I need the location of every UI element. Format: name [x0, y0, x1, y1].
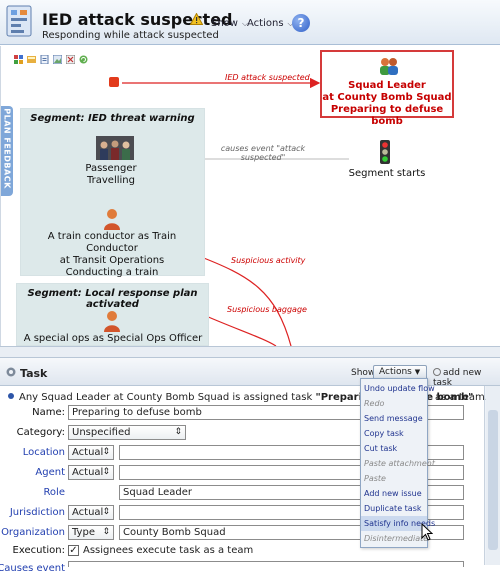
select-arrows-icon: ⇕ — [174, 427, 182, 437]
traffic-light-icon[interactable] — [380, 140, 390, 164]
task-actions-label: Actions — [379, 367, 412, 377]
chevron-down-icon: ▼ — [414, 368, 421, 376]
squad-leader-node[interactable]: Squad Leader at County Bomb Squad Prepar… — [320, 50, 454, 127]
bullet-icon — [8, 393, 14, 399]
causes-event-line-1: causes event "attack — [220, 144, 306, 153]
squad-leader-line-1: Squad Leader — [348, 80, 426, 91]
show-menu-label: Show — [211, 18, 238, 29]
jurisdiction-kind-select[interactable]: Actual ⇕ — [68, 505, 114, 520]
team-icon — [380, 58, 398, 75]
agent-kind-select[interactable]: Actual ⇕ — [68, 465, 114, 480]
app-header: IED attack suspected Responding while at… — [0, 0, 500, 45]
location-kind-select[interactable]: Actual ⇕ — [68, 445, 114, 460]
task-actions-dropdown: Undo update flow Redo Send message Copy … — [360, 378, 435, 548]
select-arrows-icon: ⇕ — [102, 447, 110, 457]
menu-item-paste-attachment: Paste attachment — [364, 459, 435, 468]
show-menu[interactable]: Show ⌵ — [211, 18, 248, 29]
add-new-task-option[interactable]: add new task — [433, 368, 500, 388]
page-title: IED attack suspected — [42, 10, 233, 29]
edge-label-causes-event: causes event "attack suspected" — [213, 144, 313, 162]
actions-menu-label: Actions — [247, 18, 284, 29]
scrollbar-thumb[interactable] — [488, 410, 498, 550]
radio-icon[interactable] — [433, 368, 441, 376]
flow-suspicious-activity[interactable] — [195, 254, 292, 346]
causes-event-field[interactable] — [68, 561, 464, 567]
menu-item-duplicate-task[interactable]: Duplicate task — [361, 501, 427, 516]
person-icon[interactable] — [102, 310, 122, 332]
squad-leader-line-2: at County Bomb Squad — [322, 92, 452, 103]
help-icon[interactable]: ? — [292, 14, 310, 32]
gear-icon — [6, 367, 16, 377]
organization-label[interactable]: Organization — [0, 527, 65, 538]
squad-leader-line-3: Preparing to defuse bomb — [330, 104, 444, 127]
menu-item-paste: Paste — [364, 474, 386, 483]
execution-checkbox[interactable]: ✓ — [68, 545, 79, 556]
conductor-line-3: Conducting a train — [65, 267, 159, 278]
role-label[interactable]: Role — [0, 487, 65, 498]
location-label[interactable]: Location — [0, 447, 65, 458]
task-scrollbar[interactable] — [486, 386, 500, 565]
category-label: Category: — [16, 427, 65, 438]
edge-label-ied: IED attack suspected — [225, 73, 310, 82]
plan-canvas[interactable]: PLAN FEEDBACK IED attack suspected Squad… — [0, 46, 500, 346]
plan-splitter[interactable] — [0, 346, 500, 358]
category-select[interactable]: Unspecified ⇕ — [68, 425, 186, 440]
edge-label-suspicious-activity: Suspicious activity — [231, 256, 306, 265]
person-icon[interactable] — [102, 208, 122, 230]
jurisdiction-kind-value: Actual — [72, 507, 104, 518]
passengers-photo-icon[interactable] — [96, 136, 134, 160]
menu-item-cut-task[interactable]: Cut task — [361, 441, 427, 456]
menu-item-send-message[interactable]: Send message — [361, 411, 427, 426]
agent-label[interactable]: Agent — [0, 467, 65, 478]
summary-prefix: Any Squad Leader at County Bomb Squad is… — [19, 392, 316, 403]
select-arrows-icon: ⇕ — [102, 467, 110, 477]
edge-label-suspicious-baggage: Suspicious baggage — [227, 305, 307, 314]
organization-kind-value: Type — [72, 527, 95, 538]
train-conductor-label: A train conductor as Train Conductor at … — [22, 231, 202, 279]
menu-item-undo[interactable]: Undo update flow — [361, 381, 435, 396]
category-value: Unspecified — [72, 427, 131, 438]
task-panel-title: Task — [20, 367, 48, 380]
execution-text: Assignees execute task as a team — [83, 545, 254, 556]
causes-event-line-2: suspected" — [240, 153, 286, 162]
segment-starts-label: Segment starts — [348, 168, 426, 179]
conductor-line-1: A train conductor as Train Conductor — [47, 231, 177, 254]
event-node[interactable] — [109, 77, 119, 87]
summary-suffix: as a team. — [435, 392, 488, 403]
passenger-line-1: Passenger — [85, 163, 137, 174]
menu-item-disintermediate: Disintermediate — [364, 534, 429, 543]
conductor-line-2: at Transit Operations — [59, 255, 165, 266]
agent-kind-value: Actual — [72, 467, 104, 478]
actions-menu[interactable]: Actions ⌵ — [247, 18, 294, 29]
menu-item-copy-task[interactable]: Copy task — [361, 426, 427, 441]
segment-title: Segment: IED threat warning — [30, 113, 195, 124]
select-arrows-icon: ⇕ — [102, 527, 110, 537]
passenger-label: Passenger Travelling — [61, 163, 161, 187]
squad-leader-label: Squad Leader at County Bomb Squad Prepar… — [322, 80, 452, 128]
page-subtitle: Responding while attack suspected — [42, 30, 219, 41]
plan-logo-icon — [6, 5, 32, 37]
select-arrows-icon: ⇕ — [102, 507, 110, 517]
execution-label: Execution: — [12, 545, 65, 556]
name-label: Name: — [32, 407, 65, 418]
menu-item-add-new-issue[interactable]: Add new issue — [361, 486, 427, 501]
menu-item-satisfy-info-needs[interactable]: Satisfy info needs — [361, 516, 435, 531]
mouse-cursor-icon — [421, 523, 433, 541]
special-ops-label: A special ops as Special Ops Officer — [23, 333, 203, 344]
organization-kind-select[interactable]: Type ⇕ — [68, 525, 114, 540]
segment-title: Segment: Local response plan activated — [27, 288, 198, 310]
passenger-line-2: Travelling — [87, 175, 135, 186]
menu-item-redo: Redo — [364, 399, 385, 408]
flow-suspicious-baggage[interactable] — [205, 315, 277, 346]
location-kind-value: Actual — [72, 447, 104, 458]
task-show-label: Show — [351, 368, 376, 378]
warning-icon — [190, 13, 203, 25]
jurisdiction-label[interactable]: Jurisdiction — [0, 507, 65, 518]
